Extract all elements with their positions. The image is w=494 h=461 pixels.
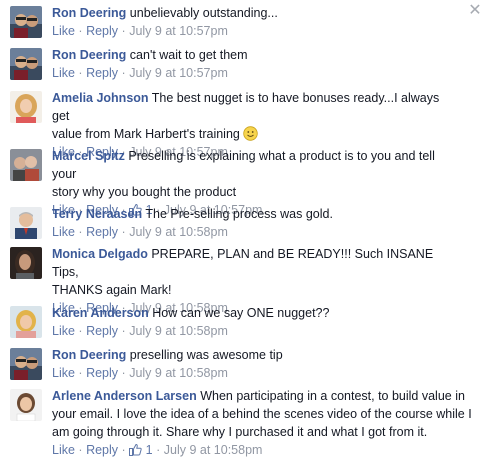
comment-text: How can we say ONE nugget?? bbox=[152, 306, 330, 320]
separator: · bbox=[121, 324, 126, 338]
comment-author[interactable]: Monica Delgado bbox=[52, 247, 148, 261]
comment-actions: Like · Reply · July 9 at 10:57pm bbox=[52, 64, 450, 82]
like-link[interactable]: Like bbox=[52, 66, 75, 80]
comment-author[interactable]: Ron Deering bbox=[52, 6, 126, 20]
avatar[interactable] bbox=[10, 207, 42, 239]
comment-actions: Like · Reply · July 9 at 10:58pm bbox=[52, 223, 450, 241]
comment-author[interactable]: Terry Neraasen bbox=[52, 207, 142, 221]
comment-actions: Like · Reply · 1 · July 9 at 10:58pm bbox=[52, 441, 486, 459]
comment-text: unbelievably outstanding... bbox=[129, 6, 278, 20]
avatar[interactable] bbox=[10, 389, 42, 421]
comment-text: When participating in a contest, to buil… bbox=[200, 389, 465, 403]
comment-author[interactable]: Marcel Spitz bbox=[52, 149, 125, 163]
close-icon[interactable]: ✕ bbox=[468, 3, 482, 19]
reply-link[interactable]: Reply bbox=[86, 443, 118, 457]
reply-link[interactable]: Reply bbox=[86, 66, 118, 80]
comment-text: THANKS again Mark! bbox=[52, 283, 172, 297]
comment-text: your email. I love the idea of a behind … bbox=[52, 407, 472, 421]
separator: · bbox=[78, 366, 83, 380]
reply-link[interactable]: Reply bbox=[86, 366, 118, 380]
separator: · bbox=[121, 225, 126, 239]
comment-actions: Like · Reply · July 9 at 10:57pm bbox=[52, 22, 450, 40]
separator: · bbox=[78, 66, 83, 80]
like-link[interactable]: Like bbox=[52, 324, 75, 338]
comment-text: am going through it. Share why I purchas… bbox=[52, 425, 428, 439]
comment-timestamp[interactable]: July 9 at 10:57pm bbox=[129, 24, 228, 38]
avatar[interactable] bbox=[10, 6, 42, 38]
like-link[interactable]: Like bbox=[52, 366, 75, 380]
reply-link[interactable]: Reply bbox=[86, 24, 118, 38]
comment-author[interactable]: Ron Deering bbox=[52, 348, 126, 362]
like-link[interactable]: Like bbox=[52, 225, 75, 239]
reply-link[interactable]: Reply bbox=[86, 324, 118, 338]
like-link[interactable]: Like bbox=[52, 24, 75, 38]
comment-actions: Like · Reply · July 9 at 10:58pm bbox=[52, 364, 450, 382]
separator: · bbox=[78, 225, 83, 239]
separator: · bbox=[78, 24, 83, 38]
comment-timestamp[interactable]: July 9 at 10:58pm bbox=[129, 366, 228, 380]
separator: · bbox=[78, 443, 83, 457]
smiley-emoji-icon bbox=[243, 126, 259, 141]
comment-text: preselling was awesome tip bbox=[129, 348, 283, 362]
avatar[interactable] bbox=[10, 348, 42, 380]
thumbs-up-icon[interactable] bbox=[129, 443, 142, 456]
comment-author[interactable]: Amelia Johnson bbox=[52, 91, 149, 105]
comment-text: The Pre-selling process was gold. bbox=[145, 207, 333, 221]
comment-text: can't wait to get them bbox=[129, 48, 248, 62]
separator: · bbox=[121, 443, 126, 457]
avatar[interactable] bbox=[10, 91, 42, 123]
avatar[interactable] bbox=[10, 306, 42, 338]
comment-timestamp[interactable]: July 9 at 10:58pm bbox=[129, 324, 228, 338]
avatar[interactable] bbox=[10, 48, 42, 80]
separator: · bbox=[121, 366, 126, 380]
comment-timestamp[interactable]: July 9 at 10:58pm bbox=[164, 443, 263, 457]
comment-author[interactable]: Arlene Anderson Larsen bbox=[52, 389, 197, 403]
separator: · bbox=[156, 443, 161, 457]
comment-text: value from Mark Harbert's training bbox=[52, 127, 240, 141]
comment-author[interactable]: Karen Anderson bbox=[52, 306, 149, 320]
like-count[interactable]: 1 bbox=[146, 443, 153, 457]
reply-link[interactable]: Reply bbox=[86, 225, 118, 239]
comment-actions: Like · Reply · July 9 at 10:58pm bbox=[52, 322, 450, 340]
comment-author[interactable]: Ron Deering bbox=[52, 48, 126, 62]
separator: · bbox=[78, 324, 83, 338]
avatar[interactable] bbox=[10, 247, 42, 279]
comment-timestamp[interactable]: July 9 at 10:57pm bbox=[129, 66, 228, 80]
separator: · bbox=[121, 24, 126, 38]
like-link[interactable]: Like bbox=[52, 443, 75, 457]
comment-timestamp[interactable]: July 9 at 10:58pm bbox=[129, 225, 228, 239]
separator: · bbox=[121, 66, 126, 80]
comment-text: story why you bought the product bbox=[52, 185, 237, 199]
avatar[interactable] bbox=[10, 149, 42, 181]
